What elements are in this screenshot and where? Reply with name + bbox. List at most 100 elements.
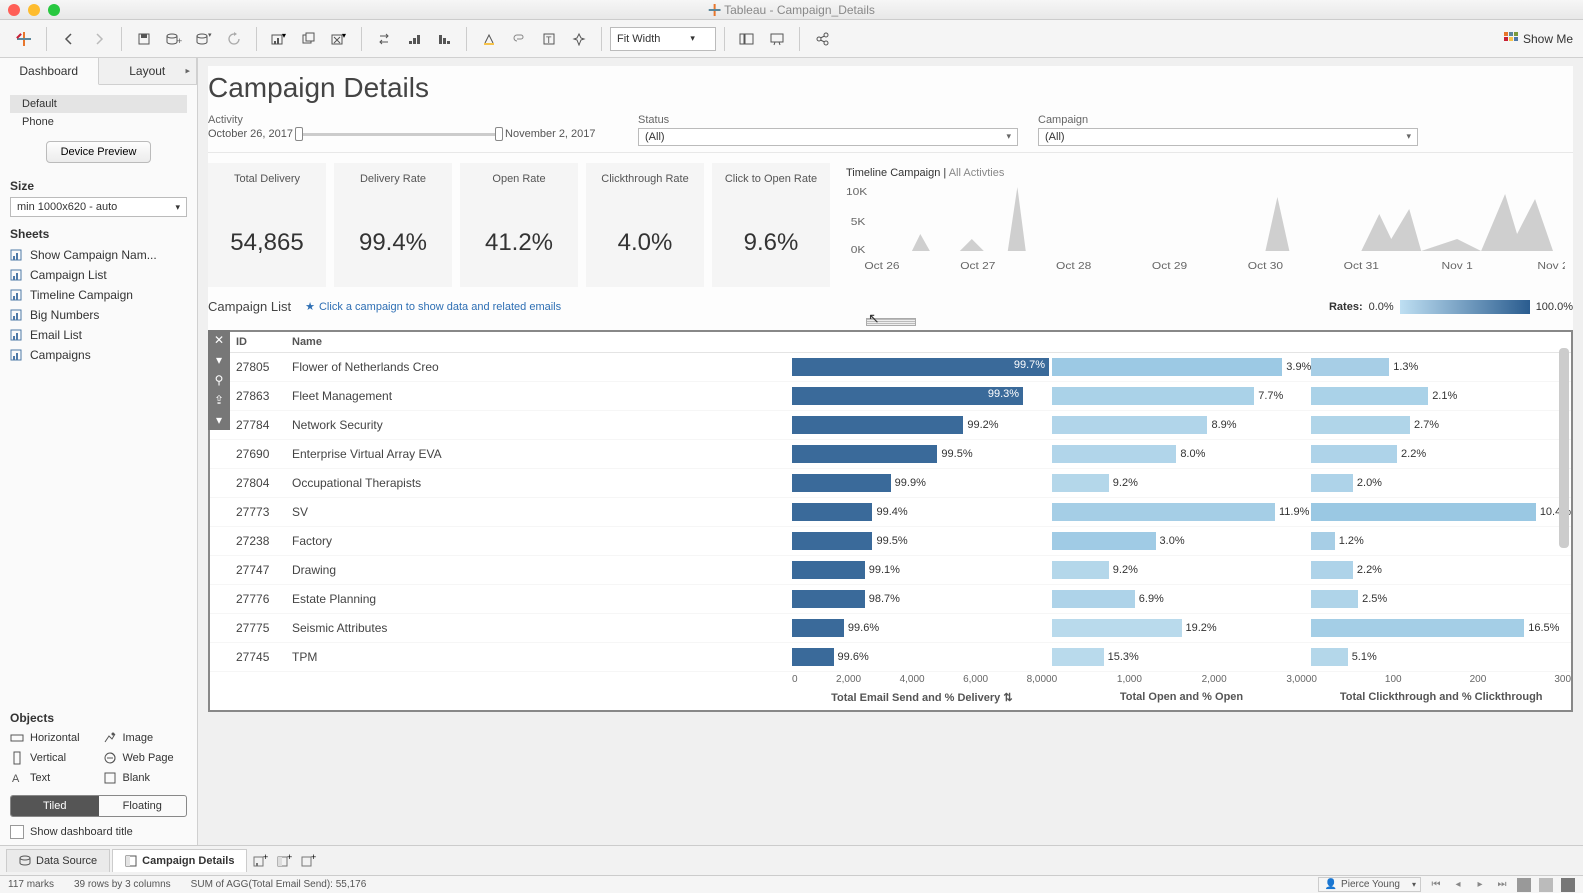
clear-button[interactable]: ▾ bbox=[325, 25, 353, 53]
table-row[interactable]: 27745TPM99.6%15.3%5.1% bbox=[210, 643, 1571, 672]
svg-text:Oct 31: Oct 31 bbox=[1344, 261, 1379, 272]
view-full-button[interactable] bbox=[1561, 878, 1575, 892]
tab-layout[interactable]: Layout▸ bbox=[99, 58, 198, 84]
presentation-button[interactable] bbox=[763, 25, 791, 53]
new-worksheet-button[interactable]: ▾ bbox=[265, 25, 293, 53]
pin-button[interactable] bbox=[565, 25, 593, 53]
show-title-checkbox[interactable]: Show dashboard title bbox=[10, 825, 187, 839]
tab-campaign-details[interactable]: Campaign Details bbox=[112, 849, 247, 872]
device-phone[interactable]: Phone bbox=[10, 113, 187, 131]
kpi-card[interactable]: Clickthrough Rate4.0% bbox=[586, 163, 704, 287]
size-dropdown[interactable]: min 1000x620 - auto▾ bbox=[10, 197, 187, 217]
device-preview-button[interactable]: Device Preview bbox=[46, 141, 152, 163]
window-controls[interactable] bbox=[8, 4, 60, 16]
object-item[interactable]: Blank bbox=[103, 769, 188, 787]
sort-asc-button[interactable] bbox=[400, 25, 428, 53]
svg-text:Oct 30: Oct 30 bbox=[1248, 261, 1283, 272]
svg-text:+: + bbox=[287, 854, 292, 862]
show-hide-cards-button[interactable] bbox=[733, 25, 761, 53]
object-item[interactable]: Image bbox=[103, 729, 188, 747]
forward-button[interactable] bbox=[85, 25, 113, 53]
show-me-button[interactable]: Show Me bbox=[1503, 31, 1573, 47]
swap-button[interactable] bbox=[370, 25, 398, 53]
svg-text:Nov 1: Nov 1 bbox=[1442, 261, 1473, 272]
nav-next-button[interactable]: ▸ bbox=[1473, 878, 1487, 892]
tiled-floating-toggle[interactable]: Tiled Floating bbox=[10, 795, 187, 817]
activity-date-slider[interactable]: October 26, 2017 November 2, 2017 bbox=[208, 128, 618, 140]
table-row[interactable]: 27804Occupational Therapists99.9%9.2%2.0… bbox=[210, 469, 1571, 498]
tab-dashboard[interactable]: Dashboard bbox=[0, 58, 99, 85]
nav-first-button[interactable]: ⏮ bbox=[1429, 878, 1443, 892]
user-icon: 👤 bbox=[1325, 879, 1337, 890]
table-row[interactable]: 27776Estate Planning98.7%6.9%2.5% bbox=[210, 585, 1571, 614]
sheet-item[interactable]: Big Numbers bbox=[10, 305, 187, 325]
object-item[interactable]: AText bbox=[10, 769, 95, 787]
auto-update-button[interactable]: ▾ bbox=[190, 25, 218, 53]
table-row[interactable]: 27784Network Security99.2%8.9%2.7% bbox=[210, 411, 1571, 440]
status-dropdown[interactable]: (All) bbox=[638, 128, 1018, 146]
kpi-card[interactable]: Open Rate41.2% bbox=[460, 163, 578, 287]
window-title: Tableau - Campaign_Details bbox=[708, 3, 875, 17]
dashboard-side-panel: Dashboard Layout▸ Default Phone Device P… bbox=[0, 58, 198, 845]
activity-filter-label: Activity bbox=[208, 114, 618, 126]
share-button[interactable] bbox=[808, 25, 836, 53]
user-dropdown[interactable]: 👤Pierce Young bbox=[1318, 877, 1421, 892]
duplicate-button[interactable] bbox=[295, 25, 323, 53]
scrollbar-thumb[interactable] bbox=[1559, 348, 1569, 548]
tableau-logo-icon[interactable] bbox=[10, 25, 38, 53]
timeline-chart[interactable]: Timeline Campaign | All Activties 10K 5K… bbox=[838, 163, 1573, 287]
save-button[interactable] bbox=[130, 25, 158, 53]
svg-text:▾: ▾ bbox=[208, 32, 212, 39]
kpi-card[interactable]: Click to Open Rate9.6% bbox=[712, 163, 830, 287]
view-grid-button[interactable] bbox=[1517, 878, 1531, 892]
object-item[interactable]: Vertical bbox=[10, 749, 95, 767]
table-row[interactable]: 27747Drawing99.1%9.2%2.2% bbox=[210, 556, 1571, 585]
new-story-button[interactable]: + bbox=[297, 850, 319, 872]
object-item[interactable]: Horizontal bbox=[10, 729, 95, 747]
table-row[interactable]: 27690Enterprise Virtual Array EVA99.5%8.… bbox=[210, 440, 1571, 469]
tab-data-source[interactable]: Data Source bbox=[6, 849, 110, 872]
svg-text:Oct 29: Oct 29 bbox=[1152, 261, 1187, 272]
kpi-card[interactable]: Delivery Rate99.4% bbox=[334, 163, 452, 287]
status-marks: 117 marks bbox=[8, 879, 54, 890]
new-sheet-button[interactable]: + bbox=[249, 850, 271, 872]
close-icon: ✕ bbox=[208, 330, 230, 350]
device-default[interactable]: Default bbox=[10, 95, 187, 113]
sheet-item[interactable]: Campaign List bbox=[10, 265, 187, 285]
sheet-item[interactable]: Timeline Campaign bbox=[10, 285, 187, 305]
kpi-card[interactable]: Total Delivery54,865 bbox=[208, 163, 326, 287]
table-row[interactable]: 27773SV99.4%11.9%10.4% bbox=[210, 498, 1571, 527]
table-row[interactable]: 27863Fleet Management99.3%7.7%2.1% bbox=[210, 382, 1571, 411]
new-dashboard-button[interactable]: + bbox=[273, 850, 295, 872]
zone-toolbar[interactable]: ✕▾⚲⇪▾ bbox=[208, 330, 230, 430]
campaign-list-table[interactable]: ✕▾⚲⇪▾ ID Name 27805Flower of Netherlands… bbox=[208, 330, 1573, 712]
highlight-button[interactable] bbox=[475, 25, 503, 53]
table-row[interactable]: 27775Seismic Attributes99.6%19.2%16.5% bbox=[210, 614, 1571, 643]
sort-desc-button[interactable] bbox=[430, 25, 458, 53]
attach-button[interactable] bbox=[505, 25, 533, 53]
sort-icon: ⇅ bbox=[1003, 692, 1012, 704]
floating-option: Floating bbox=[99, 796, 187, 816]
view-list-button[interactable] bbox=[1539, 878, 1553, 892]
svg-text:10K: 10K bbox=[846, 187, 868, 198]
svg-text:A: A bbox=[12, 773, 20, 785]
table-row[interactable]: 27238Factory99.5%3.0%1.2% bbox=[210, 527, 1571, 556]
text-label-button[interactable]: T bbox=[535, 25, 563, 53]
object-item[interactable]: Web Page bbox=[103, 749, 188, 767]
table-row[interactable]: 27805Flower of Netherlands Creo99.7%3.9%… bbox=[210, 353, 1571, 382]
sheet-item[interactable]: Show Campaign Nam... bbox=[10, 245, 187, 265]
back-button[interactable] bbox=[55, 25, 83, 53]
nav-last-button[interactable]: ⏭ bbox=[1495, 878, 1509, 892]
new-data-source-button[interactable]: + bbox=[160, 25, 188, 53]
nav-prev-button[interactable]: ◂ bbox=[1451, 878, 1465, 892]
sheet-item[interactable]: Campaigns bbox=[10, 345, 187, 365]
campaign-dropdown[interactable]: (All) bbox=[1038, 128, 1418, 146]
axis-title-2: Total Open and % Open bbox=[1052, 691, 1312, 704]
refresh-button[interactable] bbox=[220, 25, 248, 53]
column-header-name[interactable]: Name bbox=[292, 336, 792, 348]
cursor-icon: ↖ bbox=[868, 310, 880, 327]
column-header-id[interactable]: ID bbox=[232, 336, 292, 348]
sheet-item[interactable]: Email List bbox=[10, 325, 187, 345]
down-arrow-icon: ▾ bbox=[208, 350, 230, 370]
fit-dropdown[interactable]: Fit Width▾ bbox=[610, 27, 716, 51]
